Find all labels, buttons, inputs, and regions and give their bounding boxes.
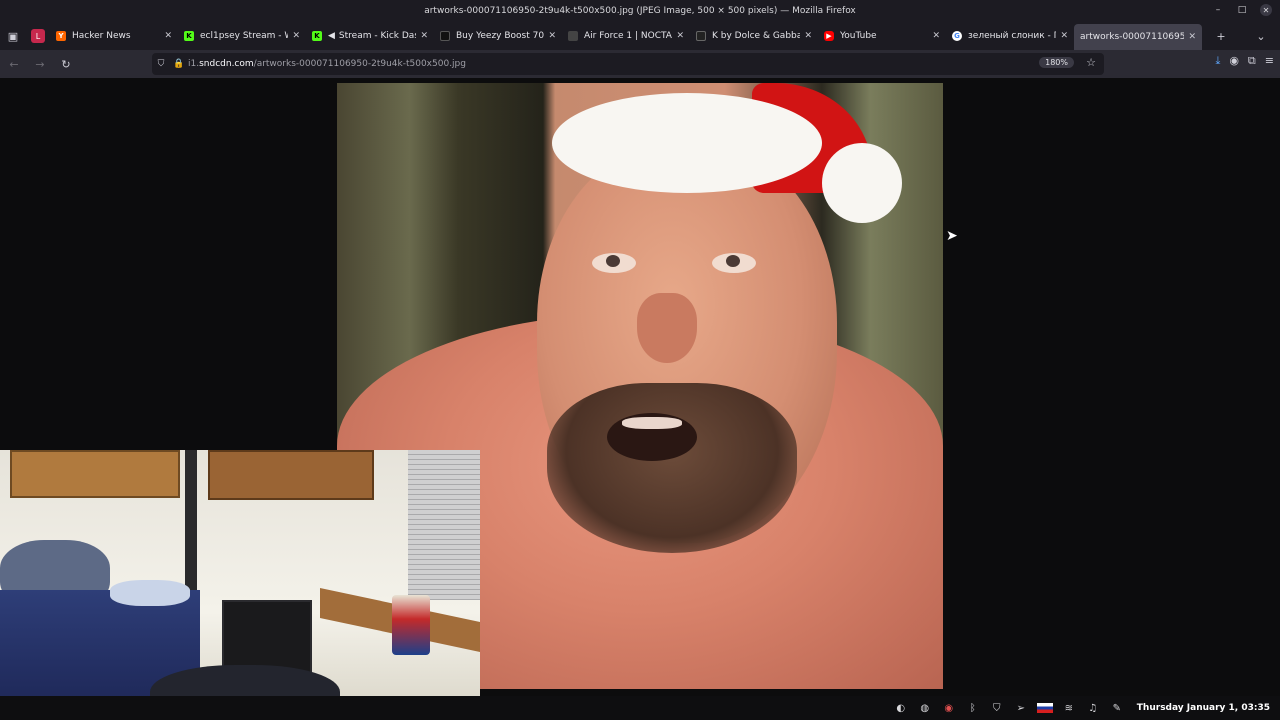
tab-kick-dashboard[interactable]: K ◀ Stream - Kick Dashboard ✕ (306, 22, 434, 50)
extensions-icon[interactable]: ⧉ (1248, 54, 1256, 68)
kick-favicon: K (184, 31, 194, 41)
image-teeth (622, 417, 682, 429)
close-tab-icon[interactable]: ✕ (1188, 32, 1196, 42)
toolbar-right: ⤓ ◉ ⧉ ≡ (1215, 54, 1274, 68)
webcam-pillow (110, 580, 190, 606)
bookmark-star-icon[interactable]: ☆ (1086, 56, 1096, 69)
tab-hacker-news[interactable]: Y Hacker News ✕ (50, 22, 178, 50)
tab-label: ecl1psey Stream - Watch (200, 31, 288, 41)
shield-icon[interactable]: ⛉ (152, 59, 170, 69)
mouse-cursor-icon: ➤ (946, 228, 958, 244)
tab-label: K by Dolce & Gabbana (712, 31, 801, 41)
menu-icon[interactable]: ≡ (1265, 54, 1274, 68)
zoom-level-badge[interactable]: 180% (1039, 57, 1074, 68)
notes-icon[interactable]: ✎ (1109, 700, 1125, 716)
hacker-news-favicon: Y (56, 31, 66, 41)
window-titlebar: artworks-000071106950-2t9u4k-t500x500.jp… (0, 0, 1280, 22)
close-tab-icon[interactable]: ✕ (420, 31, 428, 41)
maximize-icon[interactable]: □ (1236, 4, 1248, 16)
url-prefix: i1. (188, 59, 200, 69)
new-tab-icon[interactable]: + (1208, 22, 1234, 50)
tab-nocta[interactable]: Air Force 1 | NOCTA ✕ (562, 22, 690, 50)
pinned-tab-icon: L (31, 29, 45, 43)
close-tab-icon[interactable]: ✕ (1060, 31, 1068, 41)
webcam-shelf (208, 450, 374, 500)
wifi-icon[interactable]: ≋ (1061, 700, 1077, 716)
tab-label: Hacker News (72, 31, 131, 41)
keyboard-layout-flag-icon[interactable] (1036, 703, 1053, 713)
discord-icon[interactable]: ◐ (893, 700, 909, 716)
image-nose (637, 293, 697, 363)
sidebar-icon[interactable]: ▣ (0, 22, 26, 50)
close-tab-icon[interactable]: ✕ (548, 31, 556, 41)
url-bar[interactable]: ⛉ 🔒 i1. sndcdn.com /artworks-00007110695… (152, 53, 1104, 75)
reload-icon[interactable]: ↻ (54, 52, 78, 76)
download-icon[interactable]: ⤓ (1215, 54, 1220, 68)
bluetooth-icon[interactable]: ᛒ (965, 700, 981, 716)
tab-label: YouTube (840, 31, 877, 41)
vpn-shield-icon[interactable]: ⛉ (989, 700, 1005, 716)
nike-favicon (568, 31, 578, 41)
tab-artworks-image[interactable]: artworks-000071106950-2 ✕ (1074, 24, 1202, 50)
speaker-icon[interactable]: ◀ (328, 31, 335, 41)
telegram-icon[interactable]: ➢ (1013, 700, 1029, 716)
tab-dolce-gabbana[interactable]: K by Dolce & Gabbana ✕ (690, 22, 818, 50)
tab-bar: ▣ L Y Hacker News ✕ K ecl1psey Stream - … (0, 22, 1280, 50)
webcam-overlay (0, 450, 480, 720)
tab-list-icon[interactable]: ⌄ (1248, 22, 1274, 50)
tab-yeezy[interactable]: Buy Yeezy Boost 700 'Hi ✕ (434, 22, 562, 50)
page-viewport: ➤ (0, 78, 1280, 720)
minimize-icon[interactable]: – (1212, 4, 1224, 16)
obs-icon[interactable]: ◉ (941, 700, 957, 716)
youtube-favicon: ▶ (824, 31, 834, 41)
tab-google-search[interactable]: G зеленый слоник - Поиск ✕ (946, 22, 1074, 50)
webcam-window-blinds (408, 450, 480, 600)
close-tab-icon[interactable]: ✕ (804, 31, 812, 41)
tab-label: Air Force 1 | NOCTA (584, 31, 672, 41)
webcam-cabinet (10, 450, 180, 498)
tab-pinned[interactable]: L (26, 22, 50, 50)
tab-label: зеленый слоник - Поиск (968, 31, 1056, 41)
tab-label: artworks-000071106950-2 (1080, 32, 1185, 42)
account-icon[interactable]: ◉ (1229, 54, 1239, 68)
close-tab-icon[interactable]: ✕ (676, 31, 684, 41)
navigation-bar: ← → ↻ ⛉ 🔒 i1. sndcdn.com /artworks-00007… (0, 50, 1280, 78)
tab-label: Stream - Kick Dashboard (338, 31, 417, 41)
close-tab-icon[interactable]: ✕ (292, 31, 300, 41)
url-path: /artworks-000071106950-2t9u4k-t500x500.j… (253, 59, 466, 69)
lock-icon[interactable]: 🔒 (170, 59, 188, 69)
tab-label: Buy Yeezy Boost 700 'Hi (456, 31, 545, 41)
image-eye-left (592, 253, 636, 273)
system-clock[interactable]: Thursday January 1, 03:35 (1137, 703, 1270, 713)
google-favicon: G (952, 31, 962, 41)
close-tab-icon[interactable]: ✕ (164, 31, 172, 41)
url-host: sndcdn.com (199, 59, 254, 69)
kick-favicon: K (312, 31, 322, 41)
forward-icon[interactable]: → (28, 52, 52, 76)
tab-youtube[interactable]: ▶ YouTube ✕ (818, 22, 946, 50)
music-icon[interactable]: ♫ (1085, 700, 1101, 716)
window-title: artworks-000071106950-2t9u4k-t500x500.jp… (424, 6, 856, 16)
system-taskbar: ◐ ◍ ◉ ᛒ ⛉ ➢ ≋ ♫ ✎ Thursday January 1, 03… (0, 696, 1280, 720)
webcam-oats-canister (392, 595, 430, 655)
back-icon[interactable]: ← (2, 52, 26, 76)
steam-icon[interactable]: ◍ (917, 700, 933, 716)
window-controls: – □ ✕ (1212, 4, 1272, 16)
image-beard (547, 383, 797, 553)
close-window-icon[interactable]: ✕ (1260, 4, 1272, 16)
stockx-favicon (440, 31, 450, 41)
tab-kick-ecl1psey[interactable]: K ecl1psey Stream - Watch ✕ (178, 22, 306, 50)
dolce-favicon (696, 31, 706, 41)
close-tab-icon[interactable]: ✕ (932, 31, 940, 41)
santa-hat (552, 83, 902, 223)
image-eye-right (712, 253, 756, 273)
